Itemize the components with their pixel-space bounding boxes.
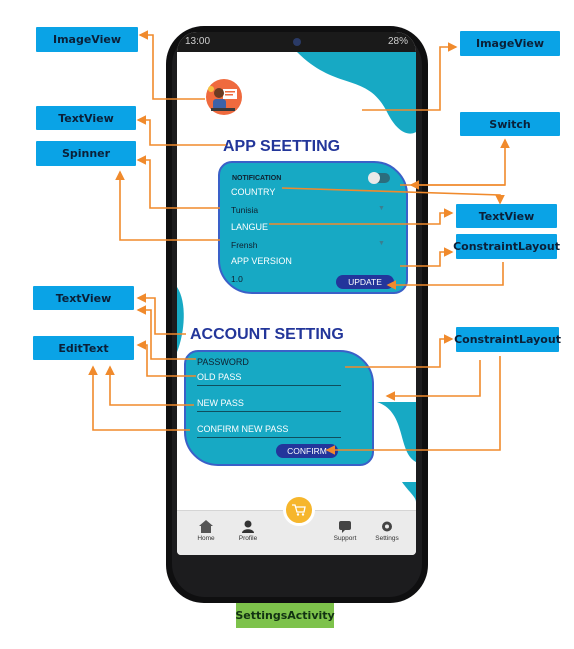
switch-knob (368, 172, 380, 184)
callout-switch: Switch (460, 112, 560, 136)
callout-imageview-right: ImageView (460, 31, 560, 56)
status-bar: 13:00 28% (177, 32, 416, 52)
callout-edittext: EditText (33, 336, 134, 360)
country-spinner[interactable]: Tunisia (231, 205, 258, 215)
country-label: COUNTRY (231, 187, 276, 197)
avatar-icon (206, 79, 242, 115)
activity-label: SettingsActivity (235, 603, 335, 628)
nav-support[interactable]: Support (328, 520, 362, 542)
account-setting-card: PASSWORD OLD PASS NEW PASS CONFIRM NEW P… (184, 350, 374, 466)
nav-home[interactable]: Home (189, 520, 223, 542)
nav-profile[interactable]: Profile (231, 520, 265, 542)
status-battery: 28% (387, 36, 408, 47)
langue-label: LANGUE (231, 222, 269, 232)
update-button[interactable]: UPDATE (336, 275, 394, 289)
confirm-pass-underline (197, 437, 341, 438)
cart-icon (292, 504, 306, 516)
support-icon (339, 521, 351, 533)
notification-switch[interactable] (368, 172, 390, 184)
dropdown-caret-icon[interactable]: ▼ (378, 205, 385, 212)
camera-icon (293, 38, 301, 46)
nav-settings-label: Settings (375, 535, 399, 542)
callout-textview-right: TextView (456, 204, 557, 228)
app-version-value: 1.0 (231, 274, 243, 284)
callout-textview-1: TextView (36, 106, 136, 130)
cart-fab[interactable] (283, 494, 315, 526)
settings-icon (382, 521, 392, 532)
nav-home-label: Home (197, 535, 215, 542)
callout-textview-2: TextView (33, 286, 134, 310)
new-pass-field[interactable]: NEW PASS (197, 398, 244, 408)
dropdown-caret-icon[interactable]: ▼ (378, 240, 385, 247)
app-setting-card: NOTIFICATION COUNTRY Tunisia ▼ LANGUE Fr… (218, 161, 408, 294)
home-icon (199, 520, 213, 533)
confirm-button[interactable]: CONFIRM (276, 444, 338, 458)
profile-icon (242, 520, 254, 533)
old-pass-field[interactable]: OLD PASS (197, 372, 241, 382)
callout-constraintlayout-2: ConstraintLayout (454, 327, 561, 352)
nav-settings[interactable]: Settings (370, 520, 404, 542)
password-label: PASSWORD (197, 357, 249, 367)
confirm-pass-field[interactable]: CONFIRM NEW PASS (197, 424, 288, 434)
phone-screen: 13:00 28% APP SEETTING NOTIFICATION COUN… (177, 32, 416, 555)
old-pass-underline (197, 385, 341, 386)
app-setting-title: APP SEETTING (223, 138, 341, 155)
account-setting-title: ACCOUNT SETTING (190, 326, 344, 343)
callout-imageview-left: ImageView (36, 27, 138, 52)
status-time: 13:00 (185, 36, 211, 47)
nav-profile-label: Profile (238, 535, 258, 542)
new-pass-underline (197, 411, 341, 412)
nav-support-label: Support (333, 535, 357, 542)
callout-spinner: Spinner (36, 141, 136, 166)
callout-constraintlayout-1: ConstraintLayout (453, 234, 560, 259)
notification-label: NOTIFICATION (232, 175, 282, 182)
app-version-label: APP VERSION (231, 256, 292, 266)
langue-spinner[interactable]: Frensh (231, 240, 257, 250)
